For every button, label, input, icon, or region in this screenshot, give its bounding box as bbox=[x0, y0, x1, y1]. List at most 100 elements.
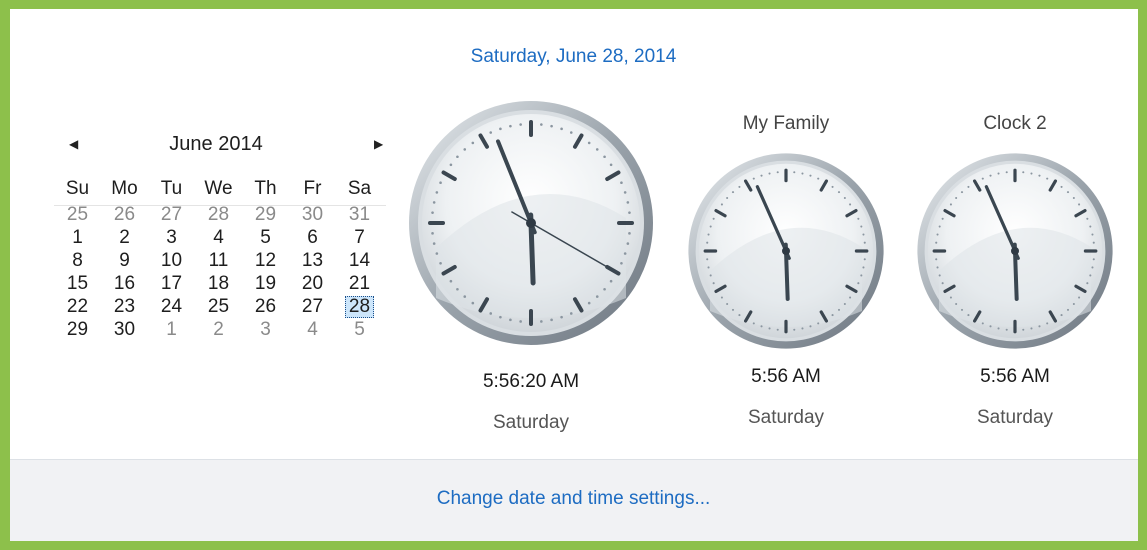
calendar-day-number: 2 bbox=[119, 226, 130, 248]
calendar-day[interactable]: 28 bbox=[195, 203, 242, 226]
minute-dot bbox=[449, 163, 453, 167]
minute-dot bbox=[489, 131, 493, 134]
minute-dot bbox=[499, 127, 502, 131]
minute-dot bbox=[831, 185, 834, 188]
calendar-day-number: 6 bbox=[307, 226, 318, 248]
next-month-button[interactable]: ▶ bbox=[374, 137, 383, 151]
minute-dot bbox=[432, 242, 436, 245]
calendar-day[interactable]: 3 bbox=[242, 318, 289, 341]
calendar-day[interactable]: 19 bbox=[242, 272, 289, 295]
calendar-day[interactable]: 26 bbox=[242, 295, 289, 318]
minute-dot bbox=[569, 131, 573, 134]
minute-dot bbox=[981, 177, 984, 180]
calendar-day[interactable]: 5 bbox=[242, 226, 289, 249]
minute-dot bbox=[609, 163, 613, 167]
calendar-day-selected[interactable]: 28 bbox=[336, 295, 383, 318]
calendar-day[interactable]: 26 bbox=[101, 203, 148, 226]
calendar-day[interactable]: 1 bbox=[54, 226, 101, 249]
calendar-day[interactable]: 15 bbox=[54, 272, 101, 295]
calendar-day[interactable]: 7 bbox=[336, 226, 383, 249]
minute-dot bbox=[997, 172, 1000, 175]
minute-dot bbox=[489, 312, 493, 315]
calendar-day[interactable]: 25 bbox=[195, 295, 242, 318]
minute-dot bbox=[849, 203, 852, 206]
minute-dot bbox=[793, 328, 796, 331]
calendar-day-number: 1 bbox=[72, 226, 83, 248]
calendar-day[interactable]: 8 bbox=[54, 249, 101, 272]
minute-dot bbox=[620, 181, 623, 185]
calendar-day[interactable]: 11 bbox=[195, 249, 242, 272]
analog-clock-face bbox=[688, 153, 884, 349]
minute-dot bbox=[1022, 171, 1025, 174]
calendar-day-number: 30 bbox=[301, 203, 324, 225]
clock-2-label: My Family bbox=[742, 113, 830, 134]
minute-dot bbox=[587, 301, 591, 305]
minute-dot bbox=[857, 217, 860, 220]
calendar-day-number: 29 bbox=[66, 318, 89, 340]
minute-dot bbox=[863, 258, 866, 261]
minute-dot bbox=[603, 287, 606, 291]
calendar-day[interactable]: 5 bbox=[336, 318, 383, 341]
calendar-day[interactable]: 13 bbox=[289, 249, 336, 272]
clock-2-day: Saturday bbox=[976, 407, 1054, 428]
calendar-day[interactable]: 6 bbox=[289, 226, 336, 249]
minute-dot bbox=[1072, 196, 1075, 200]
calendar-day-number: 25 bbox=[207, 295, 230, 317]
calendar-day[interactable]: 20 bbox=[289, 272, 336, 295]
minute-dot bbox=[738, 314, 741, 317]
calendar-day[interactable]: 4 bbox=[195, 226, 242, 249]
calendar-day[interactable]: 17 bbox=[148, 272, 195, 295]
full-date-link[interactable]: Saturday, June 28, 2014 bbox=[0, 46, 1147, 68]
minute-dot bbox=[609, 279, 613, 283]
calendar-day[interactable]: 30 bbox=[289, 203, 336, 226]
calendar-day[interactable]: 27 bbox=[148, 203, 195, 226]
calendar-day-number: 8 bbox=[72, 249, 83, 271]
calendar-day-number: 16 bbox=[113, 272, 136, 294]
calendar-day[interactable]: 14 bbox=[336, 249, 383, 272]
calendar-day[interactable]: 3 bbox=[148, 226, 195, 249]
change-settings-link[interactable]: Change date and time settings... bbox=[0, 488, 1147, 510]
calendar-day[interactable]: 9 bbox=[101, 249, 148, 272]
minute-dot bbox=[949, 203, 952, 206]
minute-dot bbox=[1078, 203, 1081, 206]
calendar-day[interactable]: 4 bbox=[289, 318, 336, 341]
minute-dot bbox=[1038, 174, 1041, 177]
minute-dot bbox=[989, 325, 992, 328]
minute-dot bbox=[801, 327, 804, 330]
calendar-day[interactable]: 31 bbox=[336, 203, 383, 226]
minute-dot bbox=[603, 155, 606, 159]
calendar-day[interactable]: 22 bbox=[54, 295, 101, 318]
calendar-day[interactable]: 29 bbox=[54, 318, 101, 341]
calendar-day[interactable]: 25 bbox=[54, 203, 101, 226]
weekday-label: Sa bbox=[347, 178, 372, 199]
calendar-day[interactable]: 24 bbox=[148, 295, 195, 318]
minute-dot bbox=[1091, 266, 1094, 269]
minute-dot bbox=[623, 191, 627, 194]
calendar-day[interactable]: 12 bbox=[242, 249, 289, 272]
calendar-day[interactable]: 30 bbox=[101, 318, 148, 341]
calendar-day[interactable]: 18 bbox=[195, 272, 242, 295]
calendar-day[interactable]: 21 bbox=[336, 272, 383, 295]
minute-dot bbox=[628, 232, 631, 235]
calendar-day[interactable]: 2 bbox=[101, 226, 148, 249]
calendar-day[interactable]: 23 bbox=[101, 295, 148, 318]
minute-dot bbox=[709, 225, 712, 228]
calendar-day-number: 31 bbox=[348, 203, 371, 225]
minute-dot bbox=[595, 295, 599, 298]
minute-dot bbox=[626, 242, 630, 245]
minute-dot bbox=[1066, 308, 1070, 311]
calendar-day[interactable]: 10 bbox=[148, 249, 195, 272]
month-title[interactable]: June 2014 bbox=[141, 133, 291, 156]
minute-dot bbox=[712, 282, 715, 285]
calendar-day-number: 1 bbox=[166, 318, 177, 340]
calendar-day[interactable]: 1 bbox=[148, 318, 195, 341]
prev-month-button[interactable]: ◀ bbox=[69, 137, 78, 151]
calendar-day-number: 19 bbox=[254, 272, 277, 294]
calendar-day[interactable]: 29 bbox=[242, 203, 289, 226]
minute-dot bbox=[569, 312, 573, 315]
minute-dot bbox=[509, 318, 512, 322]
calendar-day[interactable]: 2 bbox=[195, 318, 242, 341]
calendar-day[interactable]: 16 bbox=[101, 272, 148, 295]
calendar-day[interactable]: 27 bbox=[289, 295, 336, 318]
minute-dot bbox=[860, 274, 863, 277]
